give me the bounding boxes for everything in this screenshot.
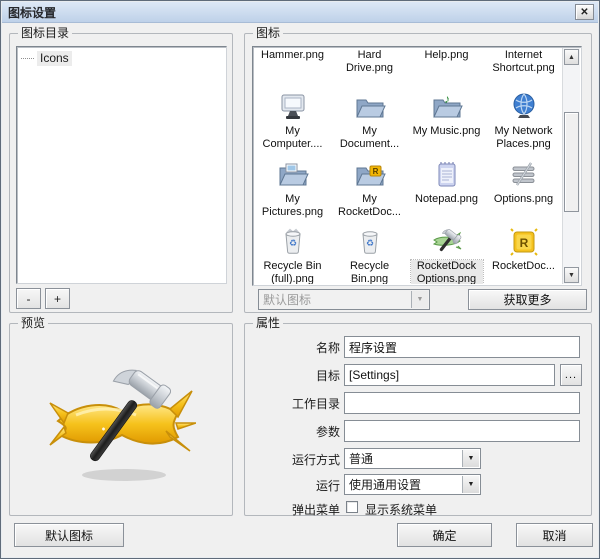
target-input[interactable] [344,364,555,386]
notepad-icon [431,159,463,191]
icon-list-item[interactable]: My Pictures.png [254,157,331,224]
music-folder-icon [431,91,463,123]
show-system-menu-label: 显示系统菜单 [365,501,437,518]
icon-list-item[interactable]: Hammer.png [254,49,331,89]
titlebar[interactable]: 图标设置 ✕ [2,2,598,23]
preview-stage [10,324,232,515]
workdir-input[interactable] [344,392,580,414]
properties-group: 属性 名称 目标 ... 工作目录 参数 运行方式 普通 ▼ 运行 使用通用设置… [244,323,592,516]
default-icon-button[interactable]: 默认图标 [14,523,124,547]
chevron-down-icon: ▼ [462,450,479,467]
icon-grid: Hammer.png Hard Drive.png Help.png Inter… [254,49,562,284]
run-label: 运行 [245,477,340,494]
run-mode-dropdown[interactable]: 普通 ▼ [344,448,481,469]
ellipsis-icon: ... [565,369,577,381]
icon-list-item[interactable]: Recycle Bin.png [331,224,408,284]
icon-list-item-selected[interactable]: RocketDock Options.png [408,224,485,284]
icon-list-item[interactable]: Hard Drive.png [331,49,408,89]
preview-hammer-icon [46,345,196,495]
options-sliders-icon [508,159,540,191]
get-more-button[interactable]: 获取更多 [468,289,587,310]
run-value: 使用通用设置 [349,476,421,493]
hammer-options-icon [431,226,463,258]
target-label: 目标 [245,367,340,384]
icon-list-item[interactable]: Help.png [408,49,485,89]
pictures-folder-icon [277,159,309,191]
recycle-bin-full-icon [277,226,309,258]
my-computer-icon [277,91,309,123]
ok-button[interactable]: 确定 [397,523,492,547]
properties-group-label: 属性 [253,316,283,330]
icon-list-item[interactable]: RocketDoc... [485,224,562,284]
icon-list-group-label: 图标 [253,26,283,40]
scroll-down-button[interactable]: ▼ [564,267,579,283]
plus-icon: + [54,292,61,306]
rocketdock-folder-icon [354,159,386,191]
close-button[interactable]: ✕ [575,4,594,20]
icon-list-item[interactable]: Internet Shortcut.png [485,49,562,89]
params-label: 参数 [245,423,340,440]
name-label: 名称 [245,339,340,356]
scroll-down-icon: ▼ [568,272,575,279]
icon-list-group: 图标 Hammer.png Hard Drive.png Help.png In… [244,33,592,313]
params-input[interactable] [344,420,580,442]
run-mode-value: 普通 [349,450,373,467]
icon-list-item[interactable]: Options.png [485,157,562,224]
default-icon-dropdown-value: 默认图标 [263,291,311,308]
recycle-bin-icon [354,226,386,258]
run-mode-label: 运行方式 [245,451,340,468]
r-badge-icon [508,226,540,258]
icon-directory-group: 图标目录 Icons - + [9,33,233,313]
scroll-up-icon: ▲ [568,54,575,61]
icon-list-item[interactable]: My Music.png [408,89,485,157]
preview-group: 预览 [9,323,233,516]
icon-settings-dialog: 图标设置 ✕ 图标目录 Icons - + 图标 Hammer.png [0,0,600,559]
icon-directory-group-label: 图标目录 [18,26,72,40]
cancel-button[interactable]: 取消 [516,523,593,547]
globe-icon [508,91,540,123]
run-dropdown[interactable]: 使用通用设置 ▼ [344,474,481,495]
icon-list-item[interactable]: Recycle Bin (full).png [254,224,331,284]
remove-directory-button[interactable]: - [16,288,41,309]
scroll-up-button[interactable]: ▲ [564,49,579,65]
scrollbar-thumb[interactable] [564,112,579,212]
icon-list-item[interactable]: Notepad.png [408,157,485,224]
icon-directory-tree[interactable]: Icons [16,46,227,284]
icon-list-item[interactable]: My Computer.... [254,89,331,157]
add-directory-button[interactable]: + [45,288,70,309]
chevron-down-icon: ▼ [411,291,428,308]
icon-list-item[interactable]: My Network Places.png [485,89,562,157]
icon-list-item[interactable]: My Document... [331,89,408,157]
show-system-menu-checkbox[interactable] [346,501,358,513]
icon-list-item[interactable]: My RocketDoc... [331,157,408,224]
browse-button[interactable]: ... [560,364,582,386]
popup-menu-label: 弹出菜单 [245,501,340,518]
minus-icon: - [27,292,31,306]
default-icon-dropdown[interactable]: 默认图标 ▼ [258,289,430,310]
icon-list-scrollbar[interactable]: ▲ ▼ [562,48,580,284]
chevron-down-icon: ▼ [462,476,479,493]
icon-list: Hammer.png Hard Drive.png Help.png Inter… [252,46,582,286]
workdir-label: 工作目录 [245,395,340,412]
folder-icon [354,91,386,123]
name-input[interactable] [344,336,580,358]
tree-connector-icon [21,58,34,59]
window-title: 图标设置 [8,4,56,21]
close-icon: ✕ [580,7,588,18]
tree-item-icons[interactable]: Icons [21,51,226,66]
